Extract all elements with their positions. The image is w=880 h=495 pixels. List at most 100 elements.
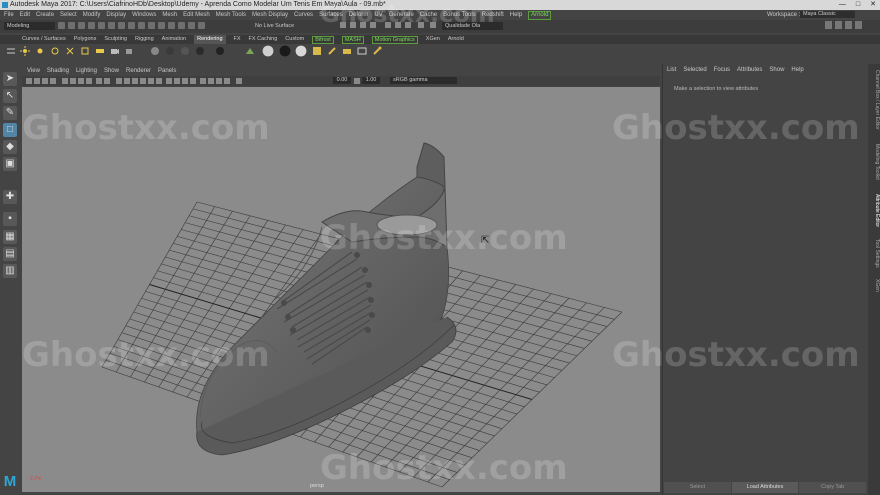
shelf-tab-fx-caching[interactable]: FX Caching [249,35,278,44]
xray-components-icon[interactable] [224,78,230,84]
blinn-shader-icon[interactable] [150,46,160,56]
panel-menu-renderer[interactable]: Renderer [126,66,151,76]
smooth-shade-icon[interactable] [124,78,130,84]
select-button[interactable]: Select [664,482,731,493]
menu-arnold[interactable]: Arnold [528,11,552,20]
mask-icon[interactable] [138,22,145,29]
menu-mesh-tools[interactable]: Mesh Tools [216,10,246,20]
select-component-icon[interactable] [128,22,135,29]
shelf-tab-polygons[interactable]: Polygons [74,35,97,44]
panel-menu-shading[interactable]: Shading [47,66,69,76]
gamma-icon[interactable] [354,78,360,84]
lambert-shader-icon[interactable] [165,46,175,56]
gamma-field[interactable]: 1.00 [362,77,380,84]
live-surface-label[interactable]: No Live Surface [255,23,294,29]
four-view-layout-icon[interactable]: ▦ [3,230,17,244]
xray-icon[interactable] [208,78,214,84]
image-plane-icon[interactable] [50,78,56,84]
menu-edit-mesh[interactable]: Edit Mesh [183,10,210,20]
menu-modify[interactable]: Modify [83,10,101,20]
ae-menu-help[interactable]: Help [791,67,803,73]
move-tool-icon[interactable]: □ [3,123,17,137]
tab-channel-box[interactable]: Channel Box / Layer Editor [868,70,880,130]
xray-joints-icon[interactable] [216,78,222,84]
ambient-light-icon[interactable] [50,46,60,56]
point-light-icon[interactable] [20,46,30,56]
shelf-tab-fx[interactable]: FX [234,35,241,44]
menu-display[interactable]: Display [106,10,126,20]
load-attributes-button[interactable]: Load Attributes [731,482,799,493]
single-perspective-layout-icon[interactable]: ▪ [3,212,17,226]
undo-icon[interactable] [88,22,95,29]
snap-grid-icon[interactable] [148,22,155,29]
flare-icon[interactable] [372,46,382,56]
color-space-select[interactable]: sRGB gamma [390,77,457,84]
directional-light-icon[interactable] [35,46,45,56]
screen-space-ao-icon[interactable] [166,78,172,84]
menu-edit[interactable]: Edit [20,10,30,20]
scale-tool-icon[interactable]: ▣ [3,157,17,171]
toon-shader-icon[interactable] [342,46,352,56]
menu-mesh[interactable]: Mesh [162,10,177,20]
shelf-tab-motion-graphics[interactable]: Motion Graphics [371,36,418,44]
select-tool-icon[interactable]: ➤ [3,72,17,86]
snap-surface-icon[interactable] [188,22,195,29]
aiShadowCatcher-icon[interactable] [279,45,291,57]
menu-mesh-display[interactable]: Mesh Display [252,10,288,20]
phong-shader-icon[interactable] [180,46,190,56]
lasso-tool-icon[interactable]: ↖ [3,89,17,103]
close-button[interactable]: ✕ [870,0,876,10]
isolate-select-icon[interactable] [200,78,206,84]
workspace-select[interactable]: Maya Classic [800,11,855,18]
camera-exposure-icon[interactable] [236,78,242,84]
menu-curves[interactable]: Curves [294,10,313,20]
phonge-shader-icon[interactable] [195,46,205,56]
ae-menu-attributes[interactable]: Attributes [737,67,762,73]
history-icon[interactable] [198,22,205,29]
menu-file[interactable]: File [4,10,14,20]
shelf-tab-rigging[interactable]: Rigging [135,35,154,44]
channel-box-icon[interactable] [855,21,862,29]
copy-tab-button[interactable]: Copy Tab [799,482,867,493]
safe-action-icon[interactable] [104,78,110,84]
snap-view-icon[interactable] [178,22,185,29]
panel-menu-panels[interactable]: Panels [158,66,176,76]
exposure-field[interactable]: 0.00 [333,77,351,84]
camera-icon[interactable] [110,46,120,56]
minimize-button[interactable]: — [839,0,846,10]
camera-aim-icon[interactable] [125,46,135,56]
modeling-toolkit-icon[interactable] [825,21,832,29]
tab-xgen[interactable]: XGen [868,279,880,292]
layered-shader-icon[interactable] [215,46,225,56]
panel-menu-view[interactable]: View [27,66,40,76]
rotate-tool-icon[interactable]: ◆ [3,140,17,154]
menu-select[interactable]: Select [60,10,77,20]
wireframe-icon[interactable] [116,78,122,84]
motion-blur-icon[interactable] [174,78,180,84]
aiStandard-shader-icon[interactable] [262,45,274,57]
shelf-tab-bifrost[interactable]: Bifrost [312,36,334,44]
save-scene-icon[interactable] [78,22,85,29]
select-camera-icon[interactable] [26,78,32,84]
persp-outliner-layout-icon[interactable]: ▤ [3,247,17,261]
open-scene-icon[interactable] [68,22,75,29]
surface-shader-icon[interactable] [245,46,255,56]
snap-curve-icon[interactable] [158,22,165,29]
shelf-settings-icon[interactable] [6,46,16,56]
shelf-tab-curves-surfaces[interactable]: Curves / Surfaces [22,35,66,44]
tool-settings-icon[interactable] [845,21,852,29]
gate-mask-icon[interactable] [86,78,92,84]
bookmarks-icon[interactable] [42,78,48,84]
paint-effects-icon[interactable] [327,46,337,56]
redo-icon[interactable] [98,22,105,29]
ae-menu-list[interactable]: List [667,67,676,73]
volume-light-icon[interactable] [95,46,105,56]
film-gate-icon[interactable] [70,78,76,84]
menu-windows[interactable]: Windows [132,10,156,20]
snap-point-icon[interactable] [168,22,175,29]
shadows-icon[interactable] [156,78,162,84]
new-scene-icon[interactable] [58,22,65,29]
outliner-icon[interactable]: ▥ [3,264,17,278]
spot-light-icon[interactable] [65,46,75,56]
shelf-tab-mash[interactable]: MASH [341,36,364,44]
